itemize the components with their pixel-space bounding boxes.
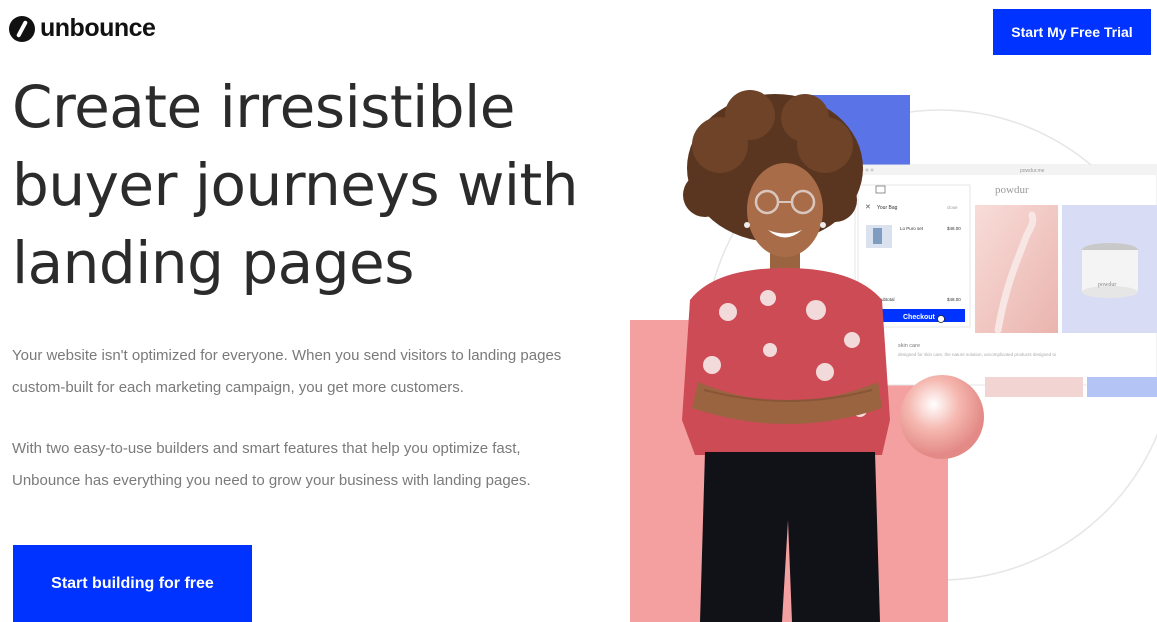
woman-photo (682, 90, 890, 622)
hero-paragraph-1: Your website isn't optimized for everyon… (12, 347, 562, 396)
jar-label: powdur (1098, 282, 1116, 288)
item-price: $48.00 (947, 226, 961, 231)
mockup-caption-text: designed for skin care, the nature solut… (898, 352, 1057, 357)
bag-title: Your Bag (877, 205, 898, 211)
unbounce-logo-icon (9, 15, 35, 42)
glowing-orb (900, 375, 984, 459)
checkout-label: Checkout (903, 314, 936, 321)
close-icon: ✕ (865, 203, 871, 211)
mockup-url: powdur.me (1020, 168, 1045, 174)
cursor-icon (937, 315, 945, 323)
unbounce-logo[interactable]: unbounce (9, 14, 156, 43)
item-name: Lo Puro set (900, 226, 924, 231)
hero-headline: Create irresistible buyer journeys with … (12, 73, 579, 297)
mockup-brand: powdur (995, 184, 1029, 196)
start-free-trial-button[interactable]: Start My Free Trial (993, 9, 1151, 55)
bag-close: close (947, 205, 958, 210)
hero-paragraph-2: With two easy-to-use builders and smart … (12, 440, 531, 489)
mockup-caption-title: skin care (898, 343, 920, 349)
logo-text: unbounce (40, 14, 156, 42)
subtotal-value: $48.00 (947, 297, 961, 302)
hero-illustration: powdur.me powdur powdur skin care design… (620, 90, 1157, 622)
start-building-button[interactable]: Start building for free (13, 545, 252, 622)
